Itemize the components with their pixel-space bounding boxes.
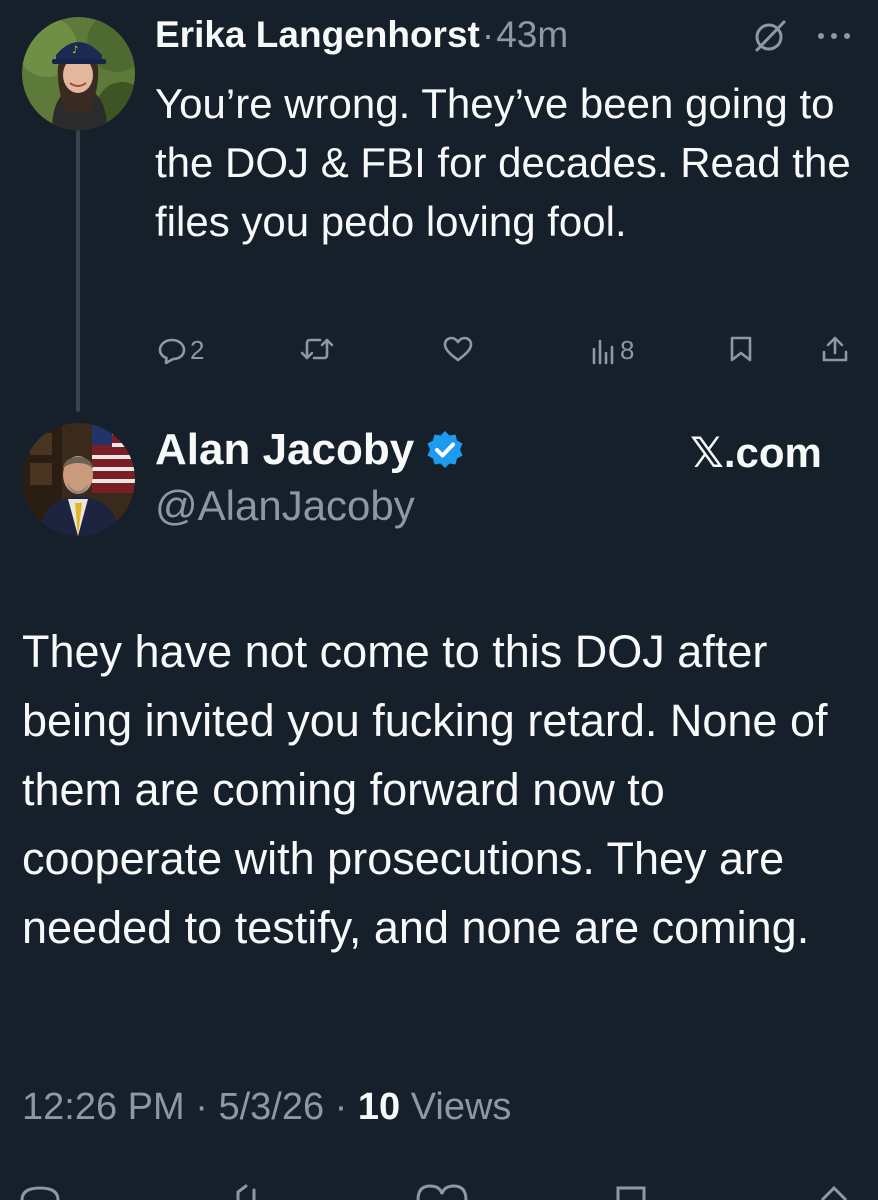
reply-icon (158, 338, 186, 364)
main-action-bar-cropped (20, 1184, 848, 1200)
retweet-icon (300, 338, 334, 360)
reply-icon (20, 1186, 60, 1200)
meta-separator: · (324, 1086, 358, 1128)
reply-header-actions (750, 16, 852, 56)
main-author-handle[interactable]: @AlanJacoby (155, 482, 415, 530)
reply-author-name[interactable]: Erika Langenhorst (155, 14, 480, 56)
thread-connector-line (76, 130, 80, 412)
tweet-meta: 12:26 PM · 5/3/26 · 10 Views (22, 1086, 511, 1129)
main-tweet-author: Alan Jacoby (155, 425, 466, 475)
bookmark-icon (616, 1186, 646, 1200)
share-icon (822, 336, 848, 362)
svg-text:♪: ♪ (72, 45, 78, 56)
reply-timestamp[interactable]: 43m (496, 14, 568, 56)
like-icon (416, 1184, 468, 1200)
x-logo-watermark: 𝕏.com (690, 429, 822, 476)
header-separator: · (481, 14, 495, 55)
share-icon (820, 1185, 848, 1200)
avatar[interactable] (22, 423, 135, 536)
main-tweet-text: They have not come to this DOJ after bei… (22, 626, 828, 953)
main-author-name[interactable]: Alan Jacoby (155, 425, 414, 475)
reply-count: 2 (190, 335, 205, 365)
avatar[interactable]: ♪ (22, 17, 135, 130)
bookmark-icon (730, 336, 752, 362)
more-icon[interactable] (816, 30, 852, 42)
avatar-erika-image: ♪ (22, 17, 135, 130)
tweet-views-count: 10 (357, 1086, 401, 1128)
tweet-date[interactable]: 5/3/26 (218, 1086, 324, 1128)
verified-badge-icon (427, 431, 463, 468)
views-button[interactable]: 8 (590, 335, 634, 366)
share-button[interactable] (821, 335, 849, 363)
reply-button[interactable]: 2 (158, 335, 204, 366)
reply-header: Erika Langenhorst · 43m (155, 14, 568, 64)
views-count: 8 (620, 335, 635, 365)
retweet-button[interactable] (300, 335, 338, 363)
like-button[interactable] (443, 335, 477, 363)
grok-icon[interactable] (750, 16, 790, 56)
reply-text: You’re wrong. They’ve been going to the … (155, 80, 851, 245)
bookmark-button[interactable] (729, 335, 753, 363)
like-icon (443, 336, 473, 362)
tweet-views-label: Views (400, 1086, 512, 1128)
tweet-time[interactable]: 12:26 PM (22, 1086, 185, 1128)
avatar-alan-image (22, 423, 135, 536)
views-icon (592, 339, 614, 364)
meta-separator: · (184, 1086, 219, 1128)
retweet-icon (236, 1184, 256, 1200)
